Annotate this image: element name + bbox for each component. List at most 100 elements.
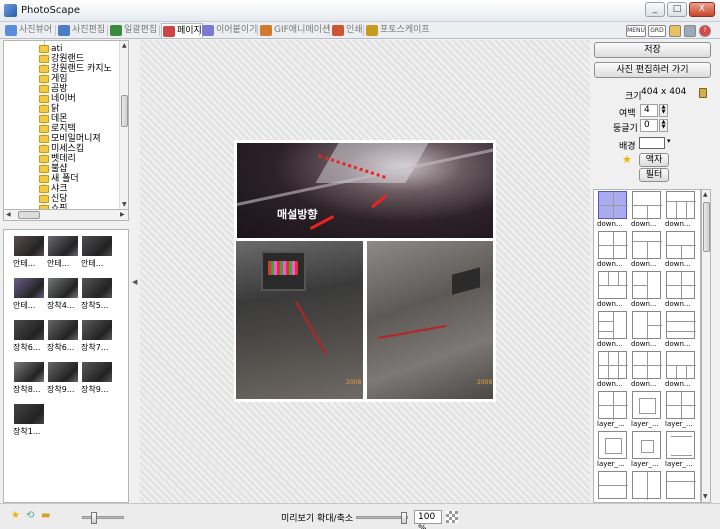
template-item[interactable]: down...	[631, 271, 663, 311]
folder-tree[interactable]: ati 강원랜드 강원랜드 카지노 게임 곰방 네이버 닭 데몬 로지텍 모비일머니져 미세스킴 벳데…	[3, 40, 129, 210]
thumbnail-item[interactable]: 안테...	[13, 278, 50, 312]
tree-vertical-scrollbar[interactable]: ▲ ▼	[119, 41, 128, 209]
template-item[interactable]: layer_...	[665, 391, 697, 431]
tab-7[interactable]: 포토스케이프	[365, 23, 430, 38]
grid-icon[interactable]: GRD	[648, 25, 666, 37]
template-item[interactable]: down...	[665, 311, 697, 351]
save-button[interactable]: 저장	[594, 42, 711, 58]
background-color-picker[interactable]	[639, 137, 665, 149]
scroll-up-icon[interactable]: ▲	[122, 42, 127, 49]
panel-splitter[interactable]: ◀	[131, 40, 139, 503]
star-icon[interactable]: ★	[622, 153, 632, 166]
zoom-value[interactable]: 100 %	[414, 510, 442, 529]
photo-slot-top[interactable]: 매설방향	[237, 143, 493, 238]
thumbnail-caption: 안테...	[13, 259, 36, 268]
copy-icon[interactable]	[684, 25, 696, 37]
template-item[interactable]	[597, 471, 629, 502]
refresh-icon[interactable]: ⟲	[26, 510, 34, 521]
help-icon[interactable]: ?	[699, 25, 711, 37]
filter-button[interactable]: 필터	[639, 168, 669, 182]
tab-1[interactable]: 사진편집	[57, 23, 105, 38]
thumbnail-item[interactable]: 장착1...	[13, 404, 50, 438]
margin-input[interactable]: 4	[640, 104, 658, 117]
thumbnail-item[interactable]: 안테...	[13, 236, 50, 270]
thumbnail-panel[interactable]: 안테... 안테... 안테... 안테... 장착4... 장착5... 장착6... 장착…	[3, 229, 129, 503]
tab-3[interactable]: 페이지	[161, 23, 203, 38]
photo-slot-bottom-left[interactable]: 2008	[236, 241, 363, 399]
template-item[interactable]: down...	[631, 191, 663, 231]
template-scrollbar[interactable]: ▲ ▼	[701, 189, 711, 503]
template-item[interactable]: layer_...	[631, 431, 663, 471]
scroll-right-icon[interactable]: ▶	[120, 211, 125, 218]
round-spinner[interactable]: ▲ ▼	[659, 119, 668, 132]
thumbnail-item[interactable]: 장착4...	[47, 278, 84, 312]
minimize-button[interactable]: _	[645, 2, 665, 17]
template-item[interactable]: down...	[665, 351, 697, 391]
template-divider	[667, 321, 696, 322]
folder-icon[interactable]	[669, 25, 681, 37]
thumbnail-item[interactable]: 장착6...	[13, 320, 50, 354]
template-item[interactable]: down...	[665, 231, 697, 271]
template-divider	[599, 321, 613, 322]
template-item[interactable]: layer_...	[631, 391, 663, 431]
tree-horizontal-scrollbar[interactable]: ◀ ▶	[3, 210, 129, 221]
scroll-left-icon[interactable]: ◀	[6, 211, 11, 218]
star-icon[interactable]: ★	[11, 510, 20, 521]
slider-knob[interactable]	[91, 512, 97, 524]
close-button[interactable]: X	[689, 2, 715, 17]
trash-icon[interactable]	[699, 88, 707, 98]
template-item[interactable]: down...	[631, 231, 663, 271]
template-scroll-thumb[interactable]	[703, 202, 710, 252]
template-item[interactable]: down...	[665, 271, 697, 311]
template-item[interactable]: down...	[597, 311, 629, 351]
margin-spinner[interactable]: ▲ ▼	[659, 104, 668, 117]
template-list[interactable]: down... down... down... down... down... down.…	[593, 189, 701, 503]
tab-5[interactable]: GIF애니메이션	[259, 23, 330, 38]
template-item[interactable]	[631, 471, 663, 502]
tab-4[interactable]: 이어붙이기	[201, 23, 257, 38]
zoom-slider[interactable]	[356, 512, 408, 524]
edit-photo-button[interactable]: 사진 편집하러 가기	[594, 62, 711, 78]
template-item[interactable]: down...	[597, 191, 629, 231]
template-item[interactable]: down...	[631, 311, 663, 351]
tab-label: 인쇄	[346, 25, 363, 35]
template-item[interactable]: down...	[665, 191, 697, 231]
template-item[interactable]	[665, 471, 697, 502]
thumbnail-item[interactable]: 장착5...	[81, 278, 118, 312]
thumbnail-size-slider[interactable]	[82, 512, 124, 524]
tab-6[interactable]: 인쇄	[331, 23, 363, 38]
tree-hscroll-thumb[interactable]	[18, 211, 40, 219]
template-item[interactable]: down...	[597, 351, 629, 391]
tab-separator	[257, 25, 258, 36]
thumbnail-item[interactable]: 안테...	[47, 236, 84, 270]
round-input[interactable]: 0	[640, 119, 658, 132]
template-item[interactable]: down...	[597, 231, 629, 271]
template-item[interactable]: layer_...	[665, 431, 697, 471]
collapse-left-icon[interactable]: ◀	[132, 278, 137, 286]
thumbnail-item[interactable]: 장착8...	[13, 362, 50, 396]
template-item[interactable]: layer_...	[597, 431, 629, 471]
thumbnail-image	[14, 278, 44, 298]
thumbnail-item[interactable]: 장착9...	[47, 362, 84, 396]
slider-knob[interactable]	[401, 512, 407, 524]
folder-icon[interactable]: ▬	[41, 510, 50, 521]
tab-0[interactable]: 사진뷰어	[4, 23, 52, 38]
template-item[interactable]: down...	[631, 351, 663, 391]
tab-2[interactable]: 일괄편집	[109, 23, 157, 38]
template-item[interactable]: layer_...	[597, 391, 629, 431]
checker-icon[interactable]	[446, 511, 458, 523]
template-item[interactable]: down...	[597, 271, 629, 311]
photo-slot-bottom-right[interactable]: 2008	[367, 241, 493, 399]
thumbnail-item[interactable]: 장착9...	[81, 362, 118, 396]
scroll-down-icon[interactable]: ▼	[703, 493, 708, 500]
tree-scroll-thumb[interactable]	[121, 95, 128, 127]
frame-button[interactable]: 액자	[639, 153, 669, 167]
menu-icon[interactable]: MENU	[626, 25, 646, 37]
maximize-button[interactable]: □	[667, 2, 687, 17]
thumbnail-item[interactable]: 장착7...	[81, 320, 118, 354]
thumbnail-item[interactable]: 안테...	[81, 236, 118, 270]
scroll-down-icon[interactable]: ▼	[122, 201, 127, 208]
thumbnail-item[interactable]: 장착6...	[47, 320, 84, 354]
chevron-down-icon[interactable]: ▾	[667, 137, 671, 145]
scroll-up-icon[interactable]: ▲	[703, 191, 708, 198]
